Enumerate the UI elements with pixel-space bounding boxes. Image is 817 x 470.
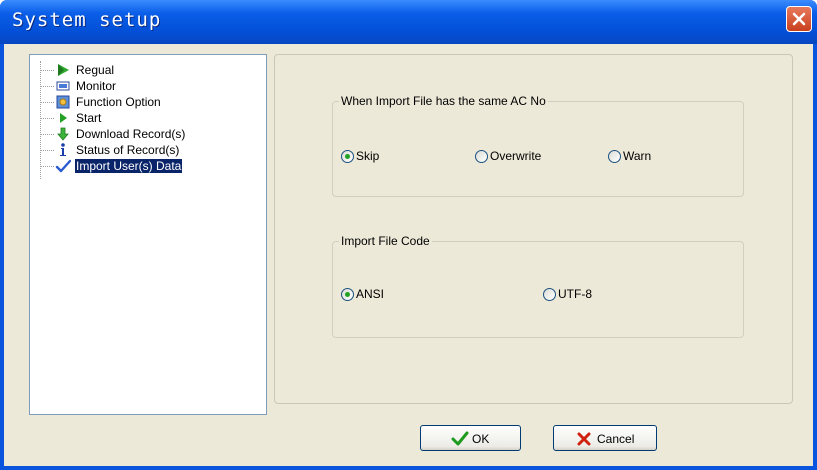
radio-label: Warn [623, 149, 652, 163]
tree-item-label: Import User(s) Data [75, 159, 183, 173]
download-arrow-icon [57, 127, 69, 141]
tree-item-label: Download Record(s) [76, 127, 186, 141]
tree-item-monitor[interactable]: Monitor [30, 78, 170, 94]
radio-button[interactable] [341, 288, 354, 301]
cancel-x-icon [577, 432, 591, 446]
cancel-button-label: Cancel [597, 432, 635, 446]
radio-overwrite[interactable]: Overwrite [475, 149, 565, 165]
radio-label: Overwrite [490, 149, 542, 163]
group-title: Import File Code [339, 234, 432, 248]
check-green-icon [451, 431, 469, 446]
tree-item-status-of-records[interactable]: Status of Record(s) [30, 142, 210, 158]
monitor-icon [56, 81, 70, 91]
window-title: System setup [12, 9, 162, 31]
system-setup-window: System setup Regual Monitor Function Opt… [0, 0, 817, 470]
radio-label: Skip [356, 149, 380, 163]
tree-item-label: Function Option [76, 95, 161, 109]
info-icon [60, 143, 66, 156]
cancel-button[interactable]: Cancel [553, 425, 657, 451]
radio-button[interactable] [543, 288, 556, 301]
radio-skip[interactable]: Skip [341, 149, 401, 165]
radio-warn[interactable]: Warn [608, 149, 668, 165]
tree-item-import-users-data[interactable]: Import User(s) Data [30, 158, 210, 174]
close-icon [792, 12, 806, 26]
close-button[interactable] [786, 6, 812, 32]
play-arrow-green-icon [58, 64, 69, 76]
radio-utf8[interactable]: UTF-8 [543, 287, 613, 303]
dialog-client-area: Regual Monitor Function Option Start Dow… [4, 44, 813, 466]
title-bar[interactable]: System setup [0, 0, 817, 44]
tree-item-label: Status of Record(s) [76, 143, 180, 157]
radio-button[interactable] [341, 150, 354, 163]
same-ac-group: When Import File has the same AC No Skip… [332, 94, 744, 197]
ok-button[interactable]: OK [420, 425, 521, 451]
tree-item-label: Start [76, 111, 102, 125]
tree-item-function-option[interactable]: Function Option [30, 94, 190, 110]
radio-button[interactable] [608, 150, 621, 163]
radio-label: ANSI [356, 287, 385, 301]
play-triangle-icon [60, 113, 67, 123]
settings-box-icon [56, 95, 70, 109]
ok-button-label: OK [472, 432, 490, 446]
tree-item-label: Monitor [76, 79, 117, 93]
settings-tree: Regual Monitor Function Option Start Dow… [29, 54, 267, 415]
group-title: When Import File has the same AC No [339, 94, 548, 108]
options-panel: When Import File has the same AC No Skip… [274, 54, 793, 404]
tree-item-start[interactable]: Start [30, 110, 170, 126]
tree-item-label: Regual [76, 63, 115, 77]
tree-item-download-records[interactable]: Download Record(s) [30, 126, 210, 142]
radio-ansi[interactable]: ANSI [341, 287, 401, 303]
checkmark-icon [55, 159, 71, 173]
radio-button[interactable] [475, 150, 488, 163]
radio-label: UTF-8 [558, 287, 592, 301]
tree-item-regual[interactable]: Regual [30, 62, 170, 78]
file-code-group: Import File Code ANSI UTF-8 [332, 234, 744, 338]
